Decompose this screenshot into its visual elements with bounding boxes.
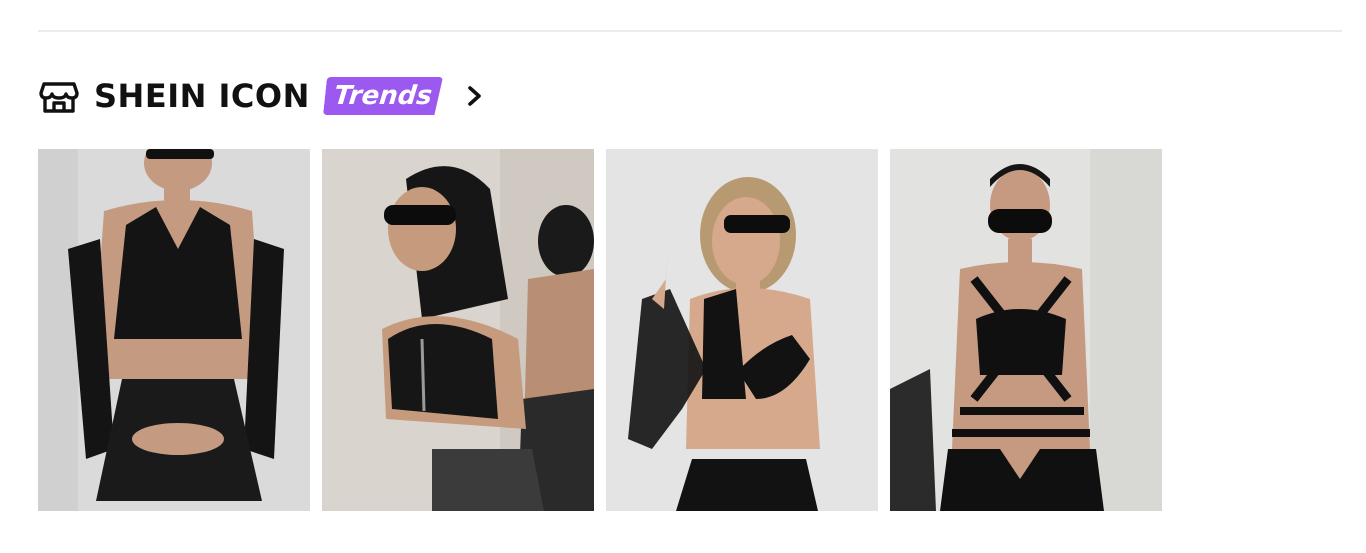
store-icon xyxy=(39,82,79,113)
section-divider xyxy=(38,30,1342,32)
chevron-right-icon[interactable] xyxy=(465,82,485,110)
trends-badge: Trends xyxy=(323,77,443,115)
product-image-3[interactable] xyxy=(606,149,878,511)
product-image-2[interactable] xyxy=(322,149,594,511)
product-gallery xyxy=(38,149,1162,511)
brand-title: SHEIN ICON xyxy=(94,77,310,115)
section-header[interactable]: SHEIN ICON Trends xyxy=(38,74,485,118)
product-image-4[interactable] xyxy=(890,149,1162,511)
product-image-1[interactable] xyxy=(38,149,310,511)
